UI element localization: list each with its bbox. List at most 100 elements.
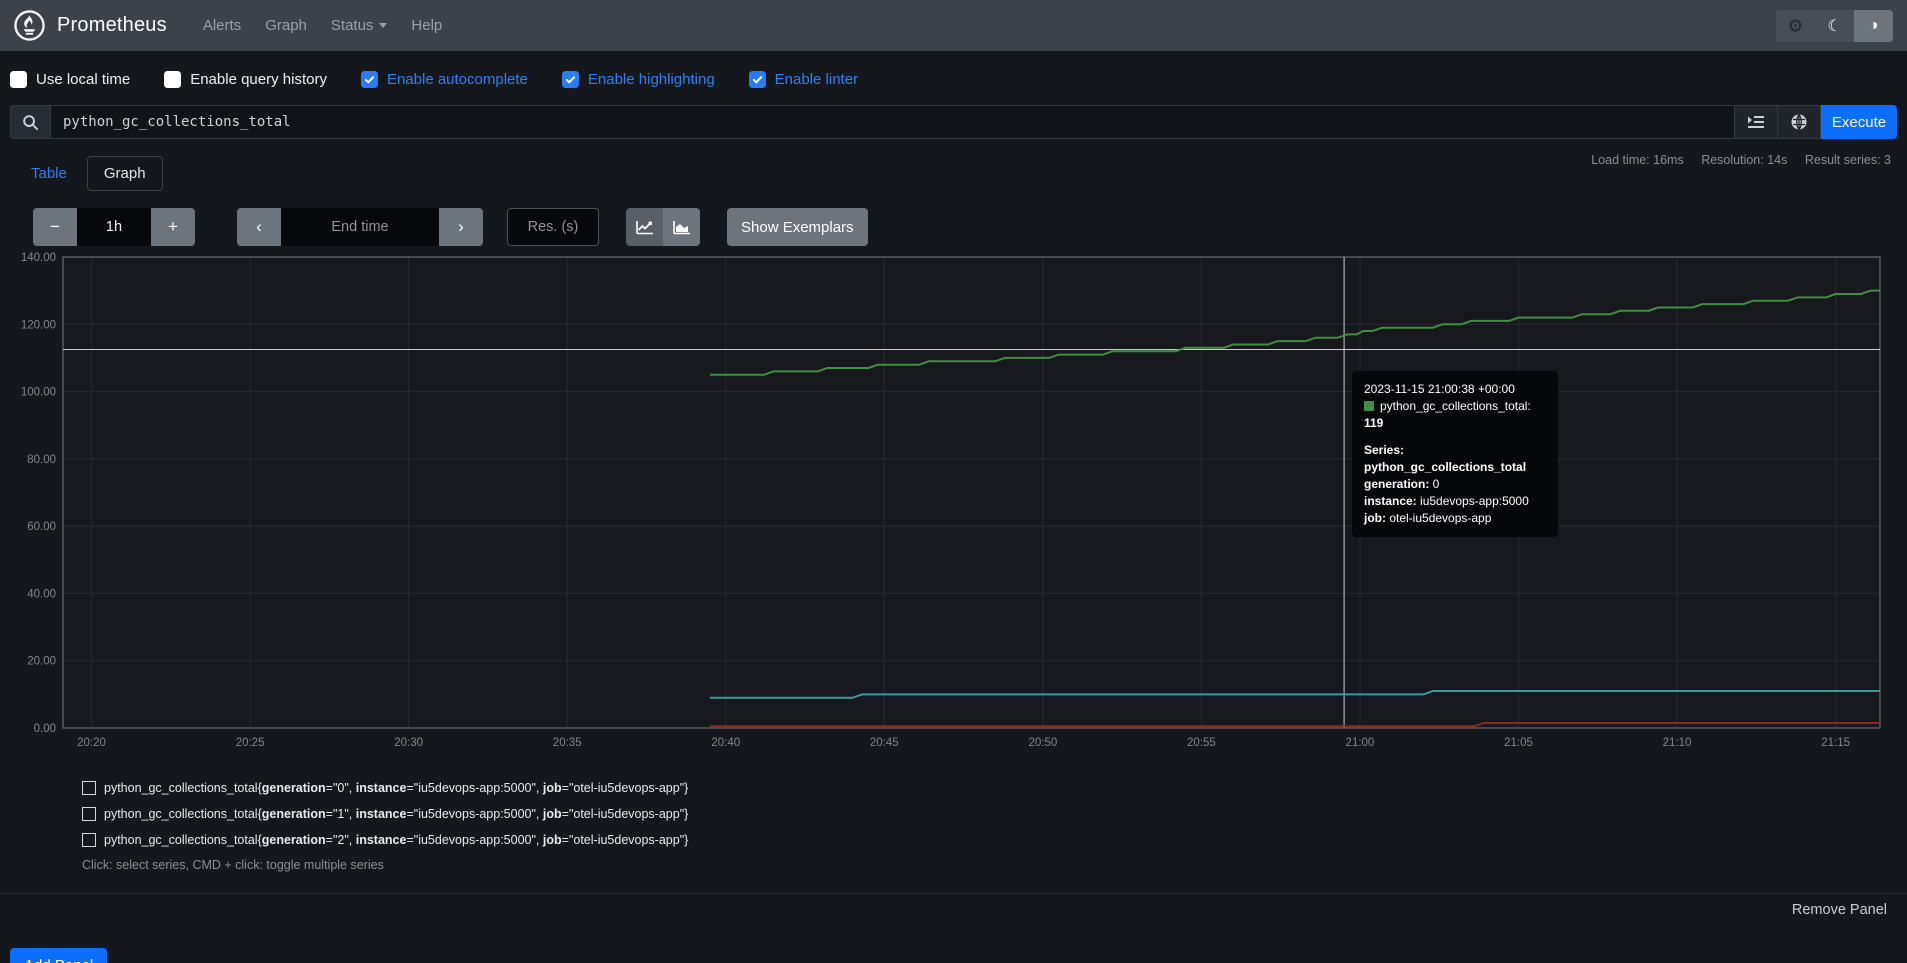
show-exemplars-button[interactable]: Show Exemplars	[727, 208, 868, 246]
range-input[interactable]: 1h	[77, 208, 151, 246]
chart-legend: python_gc_collections_total{generation="…	[82, 775, 688, 853]
range-increase-button[interactable]: +	[151, 208, 195, 246]
globe-icon	[1790, 113, 1808, 131]
resolution-input[interactable]: Res. (s)	[507, 208, 599, 246]
svg-text:20:35: 20:35	[553, 737, 582, 749]
legend-item-generation-1[interactable]: python_gc_collections_total{generation="…	[82, 801, 688, 827]
tooltip-value-line: python_gc_collections_total: 119	[1364, 398, 1546, 432]
chevron-down-icon	[379, 23, 387, 28]
checkbox-box[interactable]	[10, 71, 27, 88]
graph-controls: − 1h + ‹ End time › Res. (s) Show Exempl…	[33, 208, 868, 246]
stacked-chart-icon	[673, 220, 691, 235]
checkbox-box[interactable]	[361, 71, 378, 88]
query-expression-input[interactable]: python_gc_collections_total	[50, 105, 1735, 139]
svg-text:120.00: 120.00	[21, 319, 56, 331]
nav-link-status[interactable]: Status	[319, 9, 400, 42]
checkbox-box[interactable]	[749, 71, 766, 88]
nav-link-alerts[interactable]: Alerts	[191, 9, 253, 42]
checkbox-label: Enable linter	[775, 71, 858, 88]
svg-text:21:15: 21:15	[1821, 737, 1850, 749]
checkbox-linter[interactable]: Enable linter	[749, 71, 858, 88]
chart-canvas[interactable]: 20:20 20:25 20:30 20:35 20:40 20:45 20:50 20:55…	[0, 245, 1907, 760]
tab-graph[interactable]: Graph	[87, 156, 163, 191]
checkbox-box[interactable]	[164, 71, 181, 88]
svg-text:140.00: 140.00	[21, 252, 56, 264]
nav-links: Alerts Graph Status Help	[191, 9, 454, 42]
time-forward-button[interactable]: ›	[439, 208, 483, 246]
time-back-button[interactable]: ‹	[237, 208, 281, 246]
checkbox-query-history[interactable]: Enable query history	[164, 71, 327, 88]
auto-contrast-icon[interactable]: ◑	[1854, 10, 1893, 42]
remove-panel-link[interactable]: Remove Panel	[1792, 902, 1887, 918]
checkbox-highlighting[interactable]: Enable highlighting	[562, 71, 715, 88]
legend-item-generation-0[interactable]: python_gc_collections_total{generation="…	[82, 775, 688, 801]
format-indent-icon	[1747, 114, 1765, 130]
legend-swatch	[82, 833, 96, 847]
legend-swatch	[82, 781, 96, 795]
dark-mode-moon-icon[interactable]: ☾	[1815, 10, 1854, 42]
end-time-input[interactable]: End time	[281, 208, 439, 246]
chart-type-group	[626, 208, 700, 246]
checkbox-use-local-time[interactable]: Use local time	[10, 71, 130, 88]
result-series: Result series: 3	[1805, 153, 1891, 167]
legend-item-generation-2[interactable]: python_gc_collections_total{generation="…	[82, 827, 688, 853]
svg-text:100.00: 100.00	[21, 387, 56, 399]
range-decrease-button[interactable]: −	[33, 208, 77, 246]
legend-swatch	[82, 807, 96, 821]
series-swatch	[1364, 401, 1374, 411]
checkbox-label: Enable highlighting	[588, 71, 715, 88]
brand-title: Prometheus	[57, 14, 167, 37]
tooltip-label-instance: instance: iu5devops-app:5000	[1364, 493, 1546, 510]
nav-link-help[interactable]: Help	[399, 9, 454, 42]
panel-divider	[0, 893, 1907, 894]
tooltip-series-heading: Series:	[1364, 442, 1546, 459]
svg-text:60.00: 60.00	[27, 521, 56, 533]
tooltip-timestamp: 2023-11-15 21:00:38 +00:00	[1364, 381, 1546, 398]
svg-text:21:10: 21:10	[1663, 737, 1692, 749]
svg-text:20:20: 20:20	[77, 737, 106, 749]
add-panel-button[interactable]: Add Panel	[10, 948, 107, 963]
svg-text:20:55: 20:55	[1187, 737, 1216, 749]
load-time: Load time: 16ms	[1591, 153, 1683, 167]
line-chart-button[interactable]	[626, 208, 663, 246]
execute-button[interactable]: Execute	[1821, 105, 1897, 139]
checkbox-box[interactable]	[562, 71, 579, 88]
svg-text:20:45: 20:45	[870, 737, 899, 749]
svg-text:20:40: 20:40	[711, 737, 740, 749]
svg-text:0.00: 0.00	[34, 723, 56, 735]
options-row: Use local time Enable query history Enab…	[10, 62, 892, 96]
resolution: Resolution: 14s	[1701, 153, 1787, 167]
search-icon	[10, 105, 50, 139]
chart-tooltip: 2023-11-15 21:00:38 +00:00 python_gc_col…	[1352, 371, 1558, 537]
theme-toggle-group: ⚙ ☾ ◑	[1776, 10, 1893, 42]
nav-link-graph[interactable]: Graph	[253, 9, 319, 42]
graph-chart[interactable]: 20:20 20:25 20:30 20:35 20:40 20:45 20:50 20:55…	[0, 245, 1907, 760]
tooltip-label-job: job: otel-iu5devops-app	[1364, 510, 1546, 527]
tab-table[interactable]: Table	[15, 157, 83, 190]
svg-text:20:50: 20:50	[1028, 737, 1057, 749]
tooltip-series-name: python_gc_collections_total	[1364, 459, 1546, 476]
svg-text:20:25: 20:25	[236, 737, 265, 749]
metrics-explorer-button[interactable]	[1778, 105, 1821, 139]
settings-gear-icon[interactable]: ⚙	[1776, 10, 1815, 42]
svg-text:20:30: 20:30	[394, 737, 423, 749]
range-group: − 1h +	[33, 208, 195, 246]
query-stats: Load time: 16ms Resolution: 14s Result s…	[1577, 153, 1891, 167]
prometheus-app: Prometheus Alerts Graph Status Help ⚙ ☾ …	[0, 0, 1907, 963]
checkbox-label: Enable query history	[190, 71, 327, 88]
svg-text:21:00: 21:00	[1346, 737, 1375, 749]
stacked-chart-button[interactable]	[663, 208, 700, 246]
svg-text:21:05: 21:05	[1504, 737, 1533, 749]
format-expression-button[interactable]	[1735, 105, 1778, 139]
checkbox-label: Enable autocomplete	[387, 71, 528, 88]
svg-text:40.00: 40.00	[27, 588, 56, 600]
checkbox-autocomplete[interactable]: Enable autocomplete	[361, 71, 528, 88]
panel-tabs: Table Graph	[15, 156, 163, 191]
brand[interactable]: Prometheus	[14, 10, 167, 41]
svg-text:20.00: 20.00	[27, 656, 56, 668]
checkbox-label: Use local time	[36, 71, 130, 88]
prometheus-logo-icon	[14, 10, 45, 41]
end-time-group: ‹ End time ›	[237, 208, 483, 246]
navbar: Prometheus Alerts Graph Status Help ⚙ ☾ …	[0, 0, 1907, 51]
query-row: python_gc_collections_total Execute	[10, 105, 1897, 139]
